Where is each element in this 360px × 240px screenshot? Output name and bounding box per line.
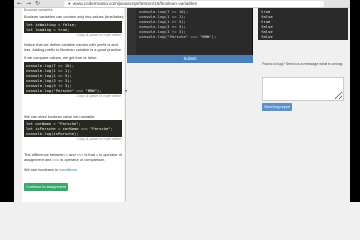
letterbox-left bbox=[0, 0, 14, 202]
copy-to-editor-link[interactable]: Copy & paste to code editor bbox=[77, 33, 121, 37]
code-block-2: console.log(7 == 10); console.log(1 == 1… bbox=[24, 62, 122, 94]
code-line: let loading = true; bbox=[26, 27, 70, 32]
lesson-paragraph: We can store boolean value into variable… bbox=[24, 114, 96, 119]
panel-divider[interactable] bbox=[125, 8, 126, 202]
lesson-paragraph: We use booleans in conditions bbox=[24, 167, 77, 172]
url-field[interactable]: ● www.codermania.com/javascript/lesson/16… bbox=[64, 1, 324, 7]
editor-line[interactable]: console.log("Porsche" === "BMW"); bbox=[139, 34, 216, 39]
letterbox-right bbox=[350, 0, 360, 202]
lesson-paragraph: If we compare values, we get true or fal… bbox=[24, 55, 98, 60]
lesson-intro: Boolean variables can contain only two v… bbox=[24, 14, 125, 19]
lesson-paragraph: has. Adding prefix to Boolean variable i… bbox=[24, 47, 122, 52]
send-bug-report-button[interactable]: Send bug report bbox=[262, 103, 292, 111]
back-arrow-icon[interactable]: ← bbox=[17, 0, 22, 8]
forward-arrow-icon[interactable]: → bbox=[26, 0, 31, 8]
lesson-panel: Boolean variables Boolean variables can … bbox=[22, 8, 124, 202]
url-text: www.codermania.com/javascript/lesson/16/… bbox=[72, 1, 197, 6]
collapse-handle-icon[interactable]: ◂ bbox=[123, 88, 128, 94]
lesson-paragraph-text: We use booleans in bbox=[24, 167, 60, 172]
bug-report-label: Found a bug? Send us a message what is w… bbox=[262, 62, 343, 66]
lesson-paragraph: assignment and === is operator of compar… bbox=[24, 157, 106, 162]
submit-button[interactable]: Submit bbox=[127, 55, 253, 63]
editor-gutter bbox=[127, 8, 136, 60]
console-line: false bbox=[261, 34, 273, 39]
code-editor[interactable]: console.log(7 == 10); console.log(1 == 1… bbox=[127, 8, 253, 60]
bug-report-input[interactable] bbox=[262, 77, 344, 101]
code-block-3: let carName = "Porsche"; let isPorsche =… bbox=[24, 120, 122, 137]
breadcrumb: Boolean variables bbox=[24, 8, 53, 12]
code-block-1: let isWaiting = false; let loading = tru… bbox=[24, 21, 122, 33]
console-output: true false true false false false bbox=[258, 8, 348, 40]
code-line: console.log(isPorsche); bbox=[26, 131, 79, 136]
code-line: console.log("Porsche" === "BMW"); bbox=[26, 88, 102, 93]
browser-address-bar: ← → ↻ ● www.codermania.com/javascript/les… bbox=[14, 0, 350, 8]
conditions-link[interactable]: conditions bbox=[59, 167, 77, 172]
lock-icon: ● bbox=[68, 1, 71, 6]
reload-icon[interactable]: ↻ bbox=[35, 0, 40, 8]
copy-to-editor-link[interactable]: Copy & paste to code editor bbox=[77, 94, 121, 98]
copy-to-editor-link[interactable]: Copy & paste to code editor bbox=[77, 137, 121, 141]
continue-to-assignment-button[interactable]: Continue to assignment bbox=[24, 183, 68, 191]
